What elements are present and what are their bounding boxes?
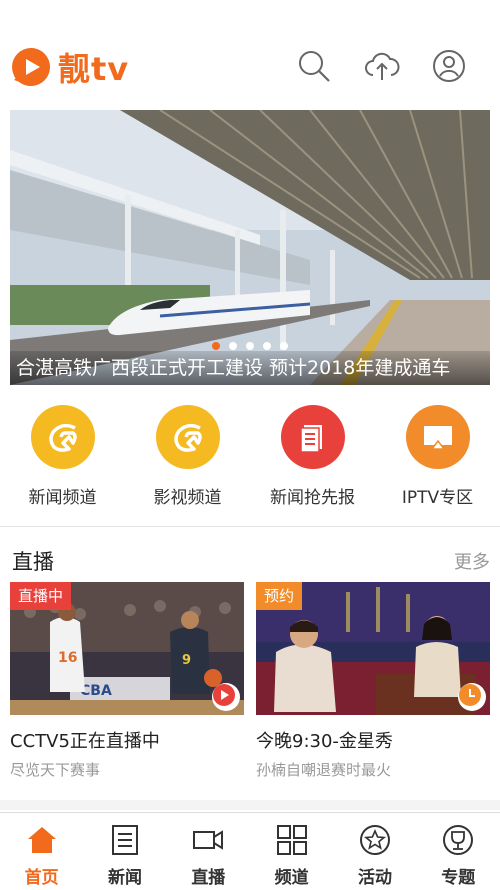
carousel-dot[interactable] — [246, 342, 254, 350]
bottom-navigation: 首页 新闻 直播 频道 活动 专题 — [0, 812, 500, 890]
card-subtitle: 尽览天下赛事 — [10, 761, 101, 779]
status-badge: 预约 — [256, 582, 303, 610]
newspaper-icon — [111, 825, 138, 855]
nav-item-activities[interactable]: 活动 — [333, 813, 416, 890]
section-divider — [0, 800, 500, 810]
upload-icon[interactable] — [364, 48, 400, 84]
shortcut-film-channel[interactable]: 影视频道 — [125, 405, 250, 515]
status-badge: 直播中 — [10, 582, 72, 610]
shortcut-label: 新闻抢先报 — [270, 488, 355, 508]
news-channel-icon — [30, 405, 95, 469]
carousel-dot[interactable] — [263, 342, 271, 350]
logo-play-icon — [12, 48, 50, 86]
nav-label: 新闻 — [107, 868, 142, 888]
carousel-dot[interactable] — [229, 342, 237, 350]
svg-text:9: 9 — [182, 653, 191, 668]
nav-label: 首页 — [24, 868, 59, 888]
home-icon — [27, 827, 56, 853]
nav-item-channels[interactable]: 频道 — [250, 813, 333, 890]
section-divider — [0, 526, 500, 527]
star-badge-icon — [359, 825, 390, 855]
shortcut-label: 影视频道 — [153, 488, 222, 508]
nav-item-news[interactable]: 新闻 — [83, 813, 166, 890]
section-title-live: 直播 — [12, 550, 54, 574]
shortcut-breaking-news[interactable]: 新闻抢先报 — [250, 405, 375, 515]
live-card[interactable]: 预约 今晚9:30-金星秀 孙楠自嘲退赛时最火 — [256, 582, 490, 780]
iptv-icon — [405, 405, 470, 469]
carousel-dot[interactable] — [212, 342, 220, 350]
svg-text:16: 16 — [58, 650, 77, 666]
more-link[interactable]: 更多 — [454, 548, 490, 574]
trophy-icon — [443, 825, 474, 855]
app-logo: 靓tv — [10, 44, 129, 90]
card-thumbnail: 预约 — [256, 582, 490, 715]
card-title: 今晚9:30-金星秀 — [256, 731, 393, 752]
nav-label: 活动 — [357, 868, 392, 888]
film-channel-icon — [155, 405, 220, 469]
shortcut-label: IPTV专区 — [401, 488, 474, 508]
card-title: CCTV5正在直播中 — [10, 731, 160, 752]
shortcut-iptv[interactable]: IPTV专区 — [375, 405, 500, 515]
carousel-dots — [10, 342, 490, 350]
user-icon[interactable] — [431, 48, 467, 84]
shortcut-label: 新闻频道 — [28, 488, 97, 508]
nav-item-topics[interactable]: 专题 — [417, 813, 500, 890]
logo-text: 靓tv — [58, 50, 130, 88]
card-thumbnail: CBA 16 9 直播中 — [10, 582, 244, 715]
clock-icon[interactable] — [458, 683, 486, 711]
banner-carousel[interactable]: 合湛高铁广西段正式开工建设 预计2018年建成通车 — [10, 110, 490, 385]
banner-caption: 合湛高铁广西段正式开工建设 预计2018年建成通车 — [10, 351, 490, 385]
nav-item-home[interactable]: 首页 — [0, 813, 83, 890]
card-subtitle: 孙楠自嘲退赛时最火 — [256, 761, 392, 779]
app-header: 靓tv — [0, 30, 500, 102]
channel-shortcuts: 新闻频道 影视频道 新闻抢先报 IPTV专区 — [0, 405, 500, 515]
nav-label: 频道 — [274, 868, 309, 888]
play-icon[interactable] — [212, 683, 240, 711]
nav-item-live[interactable]: 直播 — [167, 813, 250, 890]
breaking-news-icon — [280, 405, 345, 469]
carousel-dot[interactable] — [280, 342, 288, 350]
grid-icon — [276, 825, 307, 855]
nav-label: 直播 — [191, 868, 226, 888]
search-icon[interactable] — [296, 48, 332, 84]
video-camera-icon — [193, 830, 224, 850]
shortcut-news-channel[interactable]: 新闻频道 — [0, 405, 125, 515]
live-card[interactable]: CBA 16 9 直播中 CCTV5正在直播中 尽览天下赛事 — [10, 582, 244, 780]
nav-label: 专题 — [441, 868, 476, 888]
